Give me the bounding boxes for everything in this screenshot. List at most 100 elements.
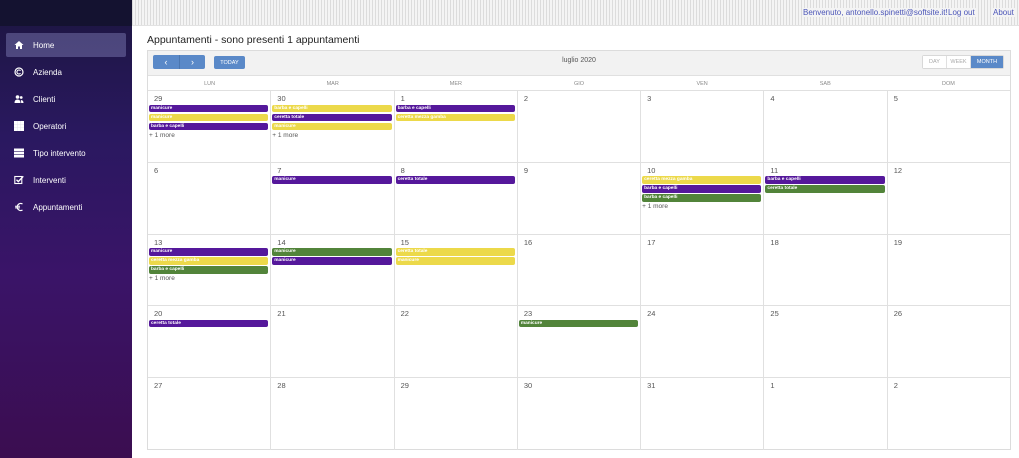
logout-link[interactable]: Log out	[947, 8, 976, 17]
calendar-event[interactable]: barba e capelli	[149, 122, 269, 130]
day-cell[interactable]: 23 manicure	[518, 306, 642, 378]
day-cell[interactable]: 13 manicure ceretta mezza gamba barba e cap…	[148, 234, 272, 306]
more-events-link[interactable]: + 1 more	[149, 275, 270, 282]
day-cell[interactable]: 2	[888, 378, 1010, 450]
more-events-link[interactable]: + 1 more	[642, 203, 763, 210]
day-cell[interactable]: 14 manicure manicure	[271, 234, 395, 306]
day-cell[interactable]: 21	[271, 306, 395, 378]
calendar-event[interactable]: manicure	[272, 248, 392, 256]
day-cell[interactable]: 26	[888, 306, 1010, 377]
day-number[interactable]: 27	[149, 378, 270, 390]
day-number[interactable]: 15	[396, 235, 517, 247]
day-number[interactable]: 30	[519, 378, 640, 390]
day-number[interactable]: 26	[889, 306, 1010, 318]
calendar-event[interactable]: barba e capelli	[642, 194, 762, 202]
day-cell[interactable]: 7 manicure	[271, 162, 395, 234]
day-number[interactable]: 21	[272, 306, 393, 318]
day-number[interactable]: 25	[765, 306, 886, 318]
day-cell[interactable]: 27	[148, 378, 272, 450]
calendar-event[interactable]: barba e capelli	[765, 176, 885, 184]
sidebar-item-tipo-intervento[interactable]: Tipo intervento	[6, 141, 126, 165]
day-number[interactable]: 12	[889, 163, 1010, 175]
day-number[interactable]: 4	[765, 91, 886, 103]
calendar-event[interactable]: ceretta totale	[272, 113, 392, 121]
calendar-event[interactable]: barba e capelli	[395, 104, 515, 112]
day-number[interactable]: 30	[272, 91, 393, 103]
sidebar-item-appuntamenti[interactable]: Appuntamenti	[6, 195, 126, 219]
day-cell[interactable]: 20 ceretta totale	[148, 306, 272, 378]
calendar-event[interactable]: ceretta mezza gamba	[149, 257, 269, 265]
day-cell[interactable]: 30	[518, 378, 642, 450]
day-number[interactable]: 29	[396, 378, 517, 390]
calendar-event[interactable]: ceretta totale	[149, 319, 269, 328]
sidebar-item-interventi[interactable]: Interventi	[6, 168, 126, 192]
day-number[interactable]: 8	[396, 163, 517, 175]
day-number[interactable]: 31	[642, 378, 763, 390]
calendar-event[interactable]: barba e capelli	[642, 185, 762, 193]
calendar-event[interactable]: ceretta mezza gamba	[642, 176, 762, 184]
calendar-event[interactable]: ceretta totale	[395, 248, 515, 256]
day-number[interactable]: 11	[765, 163, 886, 175]
day-number[interactable]: 3	[642, 91, 763, 103]
view-week-button[interactable]: WEEK	[947, 56, 971, 68]
view-day-button[interactable]: DAY	[923, 56, 947, 68]
calendar-event[interactable]: barba e capelli	[272, 104, 392, 112]
day-cell[interactable]: 1 barba e capelli ceretta mezza gamba	[395, 91, 518, 162]
calendar-event[interactable]: barba e capelli	[149, 266, 269, 274]
day-cell[interactable]: 31	[641, 378, 765, 450]
calendar-event[interactable]: manicure	[395, 257, 515, 265]
sidebar-item-home[interactable]: Home	[6, 33, 126, 57]
day-cell[interactable]: 3	[641, 91, 765, 162]
day-cell[interactable]: 29 manicure manicure barba e capelli + 1 mor…	[148, 91, 272, 162]
day-cell[interactable]: 2	[518, 91, 642, 162]
day-number[interactable]: 23	[519, 306, 640, 318]
day-cell[interactable]: 24	[641, 306, 765, 378]
day-cell[interactable]: 17	[641, 234, 765, 306]
day-cell[interactable]: 19	[888, 235, 1010, 306]
calendar-event[interactable]: manicure	[149, 248, 269, 256]
more-events-link[interactable]: + 1 more	[149, 132, 270, 139]
day-cell[interactable]: 16	[518, 234, 642, 306]
day-cell[interactable]: 5	[888, 91, 1010, 162]
calendar-event[interactable]: ceretta totale	[395, 176, 515, 184]
sidebar-item-azienda[interactable]: Azienda	[6, 60, 126, 84]
day-number[interactable]: 1	[396, 91, 517, 103]
day-number[interactable]: 28	[272, 378, 393, 390]
welcome-link[interactable]: Benvenuto, antonello.spinetti@softsite.i…	[802, 8, 949, 17]
day-number[interactable]: 18	[765, 235, 886, 247]
day-number[interactable]: 2	[889, 378, 1010, 390]
day-number[interactable]: 7	[272, 163, 393, 175]
day-cell[interactable]: 12	[888, 163, 1010, 234]
day-number[interactable]: 17	[642, 235, 763, 247]
calendar-event[interactable]: ceretta totale	[765, 185, 885, 193]
calendar-event[interactable]: manicure	[149, 113, 269, 121]
day-number[interactable]: 19	[889, 235, 1010, 247]
calendar-event[interactable]: manicure	[272, 176, 392, 184]
calendar-event[interactable]: manicure	[149, 104, 269, 112]
day-cell[interactable]: 6	[148, 162, 272, 234]
day-number[interactable]: 16	[519, 235, 640, 247]
about-link[interactable]: About	[992, 8, 1015, 17]
day-number[interactable]: 24	[642, 306, 763, 318]
day-cell[interactable]: 22	[395, 306, 518, 378]
day-number[interactable]: 10	[642, 163, 763, 175]
day-number[interactable]: 2	[519, 91, 640, 103]
day-number[interactable]: 1	[765, 378, 886, 390]
calendar-event[interactable]: manicure	[272, 122, 392, 130]
day-cell[interactable]: 9	[518, 162, 642, 234]
day-number[interactable]: 22	[396, 306, 517, 318]
day-cell[interactable]: 15 ceretta totale manicure	[395, 234, 518, 306]
day-cell[interactable]: 18	[764, 234, 888, 306]
day-number[interactable]: 13	[149, 235, 270, 247]
day-cell[interactable]: 8 ceretta totale	[395, 162, 518, 234]
day-cell[interactable]: 11 barba e capelli ceretta totale	[764, 162, 888, 234]
day-number[interactable]: 14	[272, 235, 393, 247]
day-number[interactable]: 20	[149, 306, 270, 318]
day-cell[interactable]: 29	[395, 378, 518, 450]
sidebar-item-operatori[interactable]: Operatori	[6, 114, 126, 138]
day-cell[interactable]: 4	[764, 91, 888, 162]
day-number[interactable]: 5	[889, 91, 1010, 103]
calendar-event[interactable]: ceretta mezza gamba	[395, 113, 515, 121]
sidebar-item-clienti[interactable]: Clienti	[6, 87, 126, 111]
day-cell[interactable]: 28	[271, 378, 395, 450]
